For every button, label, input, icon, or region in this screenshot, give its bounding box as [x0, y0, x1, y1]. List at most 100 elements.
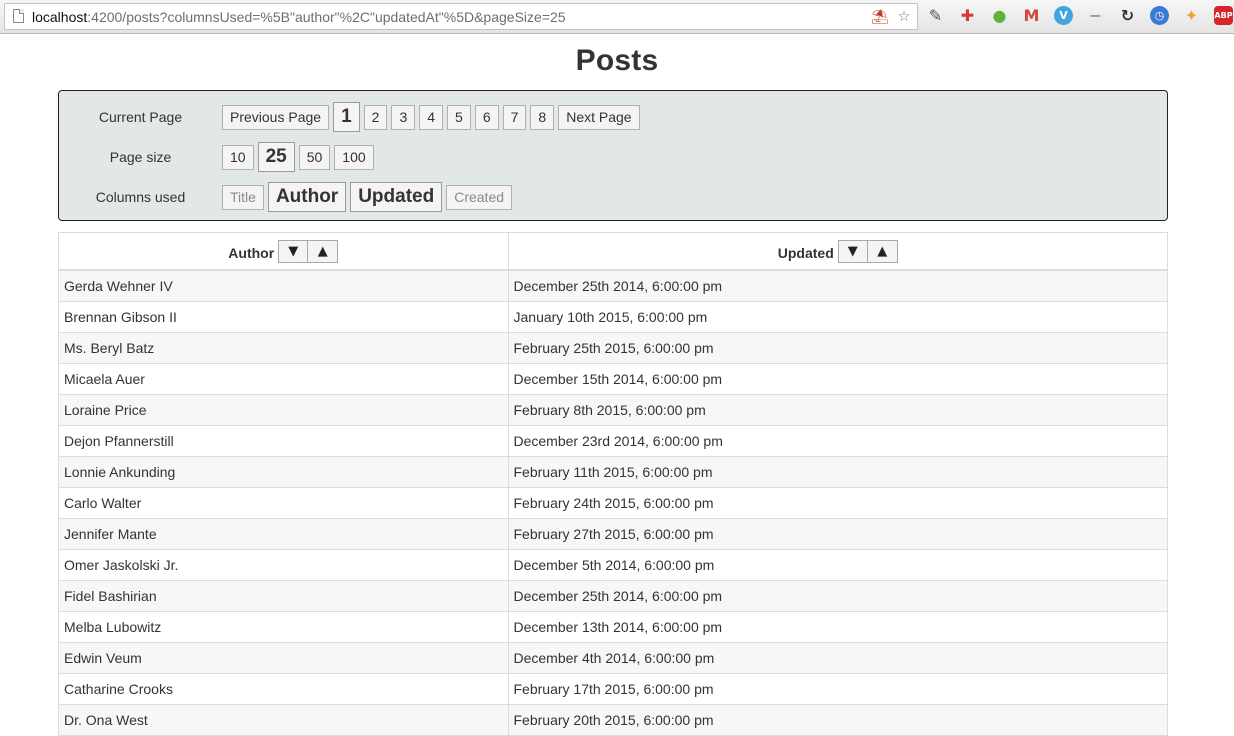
table-row: Catharine Crooks February 17th 2015, 6:00…: [59, 672, 1167, 704]
puzzle-icon[interactable]: ✦: [1182, 6, 1201, 25]
minus-icon[interactable]: −: [1086, 6, 1105, 25]
table-row: Dejon Pfannerstill December 23rd 2014, 6:…: [59, 424, 1167, 456]
color-picker-icon[interactable]: ✎: [926, 6, 945, 25]
vimeo-icon[interactable]: V: [1054, 6, 1073, 25]
url-host: localhost: [32, 9, 88, 25]
evernote-icon[interactable]: ●: [990, 6, 1009, 25]
clock-icon[interactable]: ◷: [1150, 6, 1169, 25]
adblock-plus-icon[interactable]: ABP: [1214, 6, 1233, 25]
author-cell: Omer Jaskolski Jr.: [59, 548, 509, 580]
page-size-50-button[interactable]: 50: [298, 144, 331, 170]
gmail-icon[interactable]: M: [1022, 6, 1041, 25]
updated-header-label: Updated: [777, 245, 834, 261]
medical-cross-icon[interactable]: ✚: [958, 6, 977, 25]
page-6-button[interactable]: 6: [474, 104, 499, 130]
page-size-100-button[interactable]: 100: [334, 144, 374, 170]
page-5-button[interactable]: 5: [447, 104, 471, 130]
updated-cell: February 17th 2015, 6:00:00 pm: [508, 672, 1167, 704]
author-cell: Carlo Walter: [59, 486, 509, 518]
updated-cell: February 20th 2015, 6:00:00 pm: [508, 703, 1167, 735]
author-sort-desc-button[interactable]: ▼: [278, 239, 309, 263]
table-row: Lonnie Ankunding February 11th 2015, 6:00…: [59, 455, 1167, 487]
page-numbers: 12345678: [333, 102, 555, 132]
updated-column-header: Updated ▼ ▲: [508, 233, 1167, 271]
author-cell: Gerda Wehner IV: [59, 269, 509, 301]
table-row: Brennan Gibson II January 10th 2015, 6:00…: [59, 300, 1167, 332]
updated-cell: December 13th 2014, 6:00:00 pm: [508, 610, 1167, 642]
updated-cell: February 11th 2015, 6:00:00 pm: [508, 455, 1167, 487]
page-size-10-button[interactable]: 10: [222, 144, 254, 170]
column-toggle-title-button[interactable]: Title: [222, 184, 264, 210]
url-text[interactable]: localhost:4200/posts?columnsUsed=%5B"aut…: [32, 9, 566, 25]
column-toggle-buttons: Title Author Updated Created: [222, 182, 513, 212]
updated-cell: February 25th 2015, 6:00:00 pm: [508, 331, 1167, 363]
updated-cell: February 27th 2015, 6:00:00 pm: [508, 517, 1167, 549]
table-body: Gerda Wehner IV December 25th 2014, 6:00:…: [59, 269, 1167, 735]
author-cell: Dejon Pfannerstill: [59, 424, 509, 456]
address-bar-icons: ⛱ ☆: [871, 7, 913, 25]
author-cell: Catharine Crooks: [59, 672, 509, 704]
url-path: :4200/posts?columnsUsed=%5B"author"%2C"u…: [87, 9, 566, 25]
updated-cell: December 15th 2014, 6:00:00 pm: [508, 362, 1167, 394]
column-toggle-updated-button[interactable]: Updated: [350, 182, 443, 212]
author-cell: Edwin Veum: [59, 641, 509, 673]
updated-sort-desc-button[interactable]: ▼: [837, 239, 868, 263]
table-row: Carlo Walter February 24th 2015, 6:00:00 …: [59, 486, 1167, 518]
updated-cell: December 25th 2014, 6:00:00 pm: [508, 579, 1167, 611]
author-cell: Ms. Beryl Batz: [59, 331, 509, 363]
table-row: Jennifer Mante February 27th 2015, 6:00:0…: [59, 517, 1167, 549]
pager-buttons: Previous Page 12345678 Next Page: [222, 102, 640, 132]
posts-table: Author ▼ ▲ Updated ▼ ▲ Gerda Wehner IV De…: [59, 233, 1167, 735]
table-row: Omer Jaskolski Jr. December 5th 2014, 6:0…: [59, 548, 1167, 580]
page-1-button[interactable]: 1: [333, 102, 360, 132]
updated-cell: February 24th 2015, 6:00:00 pm: [508, 486, 1167, 518]
table-row: Dr. Ona West February 20th 2015, 6:00:00 …: [59, 703, 1167, 735]
page-title: Posts: [575, 44, 659, 77]
updated-cell: December 25th 2014, 6:00:00 pm: [508, 269, 1167, 301]
bookmark-star-icon[interactable]: ☆: [895, 7, 913, 25]
updated-sort-asc-button[interactable]: ▲: [867, 239, 898, 263]
table-row: Fidel Bashirian December 25th 2014, 6:00:…: [59, 579, 1167, 611]
table-row: Edwin Veum December 4th 2014, 6:00:00 pm: [59, 641, 1167, 673]
next-page-button[interactable]: Next Page: [558, 104, 640, 130]
page-size-buttons: 10 25 50 100: [222, 142, 374, 172]
author-column-header: Author ▼ ▲: [59, 233, 509, 271]
page-7-button[interactable]: 7: [502, 104, 527, 130]
table-row: Ms. Beryl Batz February 25th 2015, 6:00:0…: [59, 331, 1167, 363]
table-row: Loraine Price February 8th 2015, 6:00:00 …: [59, 393, 1167, 425]
author-cell: Melba Lubowitz: [59, 610, 509, 642]
author-cell: Jennifer Mante: [59, 517, 509, 549]
table-row: Melba Lubowitz December 13th 2014, 6:00:0…: [59, 610, 1167, 642]
current-page-row: Current Page Previous Page 12345678 Next…: [59, 102, 640, 132]
page-2-button[interactable]: 2: [363, 104, 388, 130]
page-size-label: Page size: [109, 149, 172, 165]
author-cell: Micaela Auer: [59, 362, 509, 394]
sync-icon[interactable]: ↻: [1118, 6, 1137, 25]
updated-cell: January 10th 2015, 6:00:00 pm: [508, 300, 1167, 332]
page-4-button[interactable]: 4: [419, 104, 444, 130]
table-row: Gerda Wehner IV December 25th 2014, 6:00:…: [59, 269, 1167, 301]
beach-icon[interactable]: ⛱: [871, 7, 889, 25]
current-page-label: Current Page: [98, 109, 183, 125]
author-cell: Lonnie Ankunding: [59, 455, 509, 487]
posts-table-container: Author ▼ ▲ Updated ▼ ▲ Gerda Wehner IV De…: [58, 232, 1168, 736]
extension-icons: ✎ ✚ ● M V − ↻ ◷ ✦ ABP: [926, 6, 1233, 25]
page-size-25-button[interactable]: 25: [257, 142, 295, 172]
column-toggle-created-button[interactable]: Created: [446, 184, 513, 210]
column-toggle-author-button[interactable]: Author: [267, 182, 347, 212]
author-cell: Brennan Gibson II: [59, 300, 509, 332]
author-sort-asc-button[interactable]: ▲: [308, 239, 339, 263]
updated-cell: December 23rd 2014, 6:00:00 pm: [508, 424, 1167, 456]
author-cell: Dr. Ona West: [59, 703, 509, 735]
updated-cell: December 5th 2014, 6:00:00 pm: [508, 548, 1167, 580]
page-3-button[interactable]: 3: [391, 104, 416, 130]
address-bar[interactable]: localhost:4200/posts?columnsUsed=%5B"aut…: [4, 3, 918, 30]
columns-used-row: Columns used Title Author Updated Created: [59, 182, 513, 212]
controls-panel: Current Page Previous Page 12345678 Next…: [58, 90, 1168, 221]
table-row: Micaela Auer December 15th 2014, 6:00:00 …: [59, 362, 1167, 394]
author-cell: Loraine Price: [59, 393, 509, 425]
previous-page-button[interactable]: Previous Page: [222, 104, 330, 130]
table-header-row: Author ▼ ▲ Updated ▼ ▲: [59, 233, 1167, 271]
updated-cell: December 4th 2014, 6:00:00 pm: [508, 641, 1167, 673]
page-8-button[interactable]: 8: [530, 104, 555, 130]
